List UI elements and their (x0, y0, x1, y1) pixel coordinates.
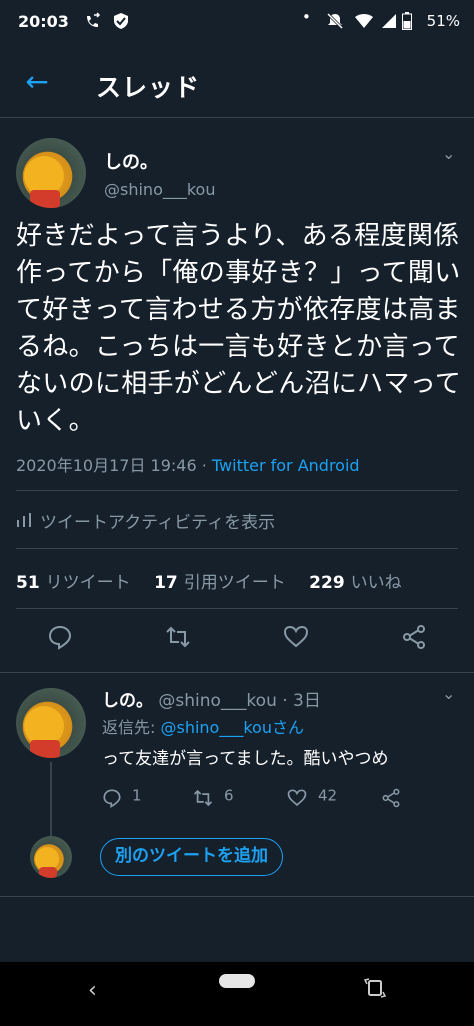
nav-home-pill[interactable] (219, 974, 255, 988)
signal-icon (380, 12, 398, 34)
share-icon (380, 784, 402, 808)
retweet-icon[interactable] (162, 624, 194, 656)
reply-author[interactable]: しの。 @shino___kou · 3日 (102, 686, 321, 711)
meta-separator: · (196, 456, 212, 475)
page-title: スレッド (96, 73, 201, 102)
retweets-count: 51 (16, 573, 40, 593)
author-name[interactable]: しの。 (104, 148, 158, 174)
reply-to-label: 返信先: (102, 718, 161, 737)
reply-like-count: 42 (318, 786, 338, 805)
reply-like-button[interactable]: 42 (286, 784, 337, 808)
likes-stat[interactable]: 229 いいね (309, 573, 402, 593)
quotes-label: 引用ツイート (183, 573, 286, 593)
share-icon[interactable] (398, 624, 430, 656)
tweet-meta: 2020年10月17日 19:46 · Twitter for Android (16, 452, 360, 476)
battery-icon (402, 12, 412, 34)
quotes-stat[interactable]: 17 引用ツイート (154, 573, 286, 593)
divider (0, 896, 474, 897)
tweet-text: 好きだよって言うより、ある程度関係作ってから「俺の事好き？」って聞いて好きって言… (16, 221, 462, 436)
back-arrow-icon[interactable]: ← (18, 64, 56, 102)
likes-count: 229 (309, 573, 345, 593)
status-bar: 20:03 • 51% (0, 0, 474, 46)
app-header: ← スレッド (0, 46, 474, 118)
activity-label: ツイートアクティビティを表示 (40, 513, 276, 533)
chevron-down-icon[interactable]: ⌄ (442, 144, 455, 163)
thread-line (50, 762, 52, 838)
heart-icon (286, 784, 308, 808)
chevron-down-icon[interactable]: ⌄ (442, 684, 455, 703)
reply-text: って友達が言ってました。酷いやつめ (102, 749, 389, 769)
battery-percent: 51% (426, 12, 460, 30)
divider (16, 548, 458, 549)
quotes-count: 17 (154, 573, 178, 593)
avatar-shirt (39, 867, 57, 878)
reply-retweet-count: 6 (224, 786, 234, 805)
reply-to-mention[interactable]: @shino___kouさん (160, 718, 303, 737)
retweet-icon (192, 784, 214, 808)
retweets-label: リツイート (45, 573, 131, 593)
reply-retweet-button[interactable]: 6 (192, 784, 234, 808)
call-forward-icon (84, 12, 102, 34)
tweet-timestamp: 2020年10月17日 19:46 (16, 456, 197, 475)
add-tweet-button[interactable]: 別のツイートを追加 (100, 838, 283, 876)
compose-avatar (30, 836, 72, 878)
shield-icon (112, 12, 130, 34)
nav-back-icon[interactable]: ‹ (88, 978, 97, 1003)
system-nav-bar: ‹ (0, 962, 474, 1026)
divider (0, 672, 474, 673)
heart-icon[interactable] (280, 624, 312, 656)
reply-share-button[interactable] (380, 784, 412, 808)
reply-reply-count: 1 (132, 786, 142, 805)
divider (16, 490, 458, 491)
avatar-shirt (30, 740, 60, 758)
reply-to: 返信先: @shino___kouさん (102, 714, 304, 738)
avatar[interactable] (16, 138, 86, 208)
retweets-stat[interactable]: 51 リツイート (16, 573, 131, 593)
likes-label: いいね (350, 573, 402, 593)
reply-reply-button[interactable]: 1 (102, 784, 142, 808)
reply-handle-time: @shino___kou · 3日 (158, 691, 321, 711)
reply-icon (102, 784, 122, 808)
status-time: 20:03 (18, 12, 69, 31)
stats-row: 51 リツイート 17 引用ツイート 229 いいね (16, 568, 420, 593)
dot-icon: • (302, 8, 311, 26)
activity-chart-icon (16, 512, 32, 533)
wifi-icon (354, 12, 374, 34)
mute-icon (326, 12, 344, 34)
divider (16, 608, 458, 609)
reply-icon[interactable] (44, 624, 76, 656)
author-handle[interactable]: @shino___kou (104, 180, 215, 199)
tweet-activity-link[interactable]: ツイートアクティビティを表示 (16, 508, 275, 533)
reply-avatar[interactable] (16, 688, 86, 758)
reply-author-name: しの。 (102, 691, 153, 711)
avatar-shirt (30, 190, 60, 208)
tweet-source-link[interactable]: Twitter for Android (212, 456, 360, 475)
rotate-icon[interactable] (363, 976, 387, 1006)
